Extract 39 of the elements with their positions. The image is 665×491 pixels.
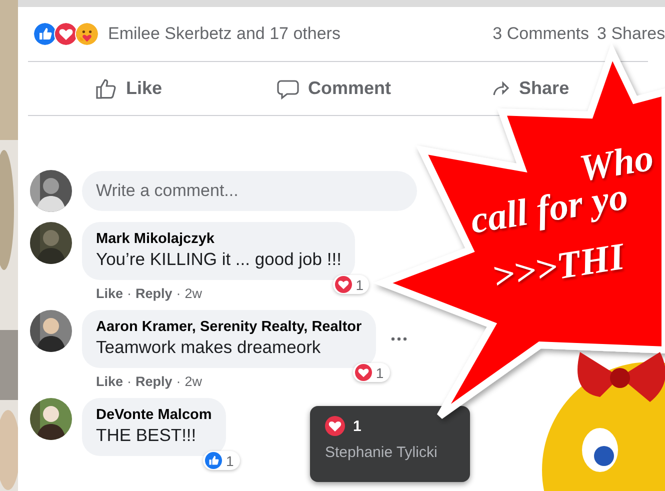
- separator-dot: ·: [127, 374, 132, 391]
- comment-text: Teamwork makes dreameork: [96, 337, 322, 358]
- separator-dot: ·: [176, 286, 181, 303]
- reply-link[interactable]: Reply: [136, 374, 172, 392]
- banner-text: >>>THI: [490, 238, 627, 296]
- comment-author[interactable]: DeVonte Malcom: [96, 407, 212, 423]
- like-reaction-icon: [204, 452, 222, 469]
- heart-reaction-icon: [325, 416, 345, 436]
- separator-dot: ·: [127, 286, 132, 303]
- separator-dot: ·: [176, 374, 181, 391]
- reaction-count: 1: [353, 418, 362, 434]
- reactions-summary[interactable]: Emilee Skerbetz and 17 others: [108, 24, 487, 44]
- comment-text: You’re KILLING it ... good job !!!: [96, 249, 342, 270]
- reactor-name: Stephanie Tylicki: [325, 444, 438, 461]
- thumbs-up-icon: [94, 76, 118, 100]
- comments-count[interactable]: 3 Comments: [492, 24, 590, 44]
- comment-time: 2w: [184, 374, 202, 391]
- reaction-badge[interactable]: 1: [332, 275, 370, 294]
- comment-button[interactable]: Comment: [270, 72, 398, 104]
- banner-text: Who: [577, 138, 656, 188]
- like-reaction-icon: [33, 22, 57, 46]
- reply-link[interactable]: Reply: [136, 286, 172, 304]
- heart-reaction-icon: [54, 22, 78, 46]
- share-button[interactable]: Share: [485, 74, 576, 103]
- care-reaction-icon: [75, 22, 99, 46]
- comment-author[interactable]: Mark Mikolajczyk: [96, 231, 342, 247]
- comment-input-field[interactable]: Write a comment...: [82, 171, 417, 211]
- reaction-badge[interactable]: 1: [202, 451, 240, 470]
- like-button[interactable]: Like: [88, 72, 168, 104]
- reaction-badge[interactable]: 1: [352, 363, 390, 382]
- more-options-icon[interactable]: [390, 336, 408, 342]
- comment-author[interactable]: Aaron Kramer, Serenity Realty, Realtor: [96, 319, 362, 335]
- heart-reaction-icon: [334, 276, 352, 293]
- shares-count[interactable]: 3 Shares: [597, 24, 665, 44]
- like-link[interactable]: Like: [96, 374, 124, 392]
- heart-reaction-icon: [354, 364, 372, 381]
- like-link[interactable]: Like: [96, 286, 124, 304]
- comment-text: THE BEST!!!: [96, 425, 198, 446]
- comment-time: 2w: [184, 286, 202, 303]
